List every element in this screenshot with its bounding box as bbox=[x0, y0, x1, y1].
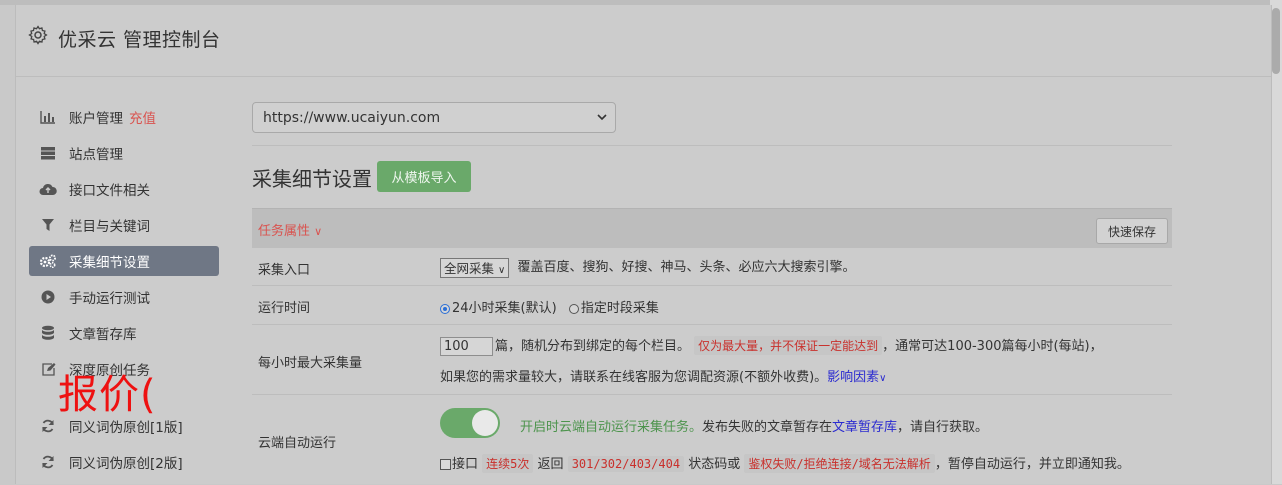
bar-chart-icon bbox=[39, 109, 57, 125]
recharge-link[interactable]: 充值 bbox=[129, 107, 156, 127]
row-collect-entry: 采集入口 全网采集 ∨ 覆盖百度、搜狗、好搜、神马、头条、必应六大搜索引擎。 bbox=[252, 247, 1172, 286]
row-cloud-auto-run: 云端自动运行 开启时云端自动运行采集任务。发布失败的文章暂存在文章暂存库，请自行… bbox=[252, 394, 1172, 485]
sidebar-item-label: 文章暂存库 bbox=[69, 327, 137, 343]
sidebar-item-collect-settings[interactable]: 采集细节设置 bbox=[29, 246, 219, 276]
site-select-value: https://www.ucaiyun.com bbox=[263, 109, 441, 126]
sidebar-item-manual-test[interactable]: 手动运行测试 bbox=[29, 279, 219, 315]
sidebar-item-columns-keywords[interactable]: 栏目与关键词 bbox=[29, 207, 219, 243]
double-chevron-down-icon: ∨ bbox=[314, 225, 323, 238]
database-icon bbox=[39, 325, 57, 341]
cloud-upload-icon bbox=[39, 181, 57, 197]
max-per-hour-text: 篇，随机分布到绑定的每个栏目。 bbox=[495, 339, 691, 354]
row-label: 每小时最大采集量 bbox=[258, 356, 363, 371]
section-title: 采集细节设置 bbox=[252, 167, 372, 191]
collect-entry-desc: 覆盖百度、搜狗、好搜、神马、头条、必应六大搜索引擎。 bbox=[517, 260, 856, 275]
cloud-auto-run-toggle[interactable] bbox=[440, 408, 500, 438]
radio-24h-label: 24小时采集(默认) bbox=[452, 301, 557, 316]
import-from-template-button[interactable]: 从模板导入 bbox=[377, 161, 471, 192]
sidebar-item-label: 接口文件相关 bbox=[69, 183, 150, 199]
refresh-icon bbox=[39, 418, 57, 434]
pause-notify-text: ，暂停自动运行，并立即通知我。 bbox=[934, 457, 1130, 472]
filter-icon bbox=[39, 217, 57, 233]
sidebar-item-account[interactable]: 账户管理 充值 bbox=[29, 99, 219, 135]
sidebar: 账户管理 充值 站点管理 接口文件相关 栏目与关键词 采集细节设置 手动运行测试… bbox=[29, 99, 219, 480]
sidebar-item-sites[interactable]: 站点管理 bbox=[29, 135, 219, 171]
influence-factors-link[interactable]: 影响因素∨ bbox=[827, 370, 886, 385]
row-value: 100 篇，随机分布到绑定的每个栏目。 仅为最大量，并不保证一定能达到 ，通常可达1… bbox=[440, 335, 1103, 356]
server-icon bbox=[39, 145, 57, 161]
row-label: 运行时间 bbox=[258, 301, 311, 316]
return-text: 返回 bbox=[537, 457, 564, 472]
article-storage-link[interactable]: 文章暂存库 bbox=[832, 420, 897, 435]
cogs-icon bbox=[39, 253, 57, 269]
double-chevron-down-icon: ∨ bbox=[879, 373, 887, 384]
sidebar-item-label: 站点管理 bbox=[69, 147, 123, 163]
row-label: 云端自动运行 bbox=[258, 436, 337, 451]
settings-table-header: 任务属性 ∨ 快速保存 bbox=[252, 208, 1172, 247]
task-attributes-toggle[interactable]: 任务属性 ∨ bbox=[258, 220, 322, 239]
sidebar-item-article-storage[interactable]: 文章暂存库 bbox=[29, 315, 219, 351]
panel-header: 优采云 管理控制台 bbox=[16, 5, 1271, 77]
radio-24h[interactable] bbox=[440, 303, 450, 314]
auth-failure-mark: 鉴权失败/拒绝连接/域名无法解析 bbox=[744, 454, 935, 473]
row-max-per-hour: 每小时最大采集量 100 篇，随机分布到绑定的每个栏目。 仅为最大量，并不保证一定… bbox=[252, 324, 1172, 395]
scrollbar-thumb[interactable] bbox=[1272, 8, 1280, 74]
sidebar-item-interface[interactable]: 接口文件相关 bbox=[29, 171, 219, 207]
max-per-hour-warning: 仅为最大量，并不保证一定能达到 bbox=[694, 336, 883, 355]
price-overlay-text: 报价( bbox=[58, 372, 157, 418]
radio-scheduled-label: 指定时段采集 bbox=[580, 301, 659, 316]
sidebar-item-label: 栏目与关键词 bbox=[69, 219, 150, 235]
task-attributes-label: 任务属性 bbox=[258, 224, 311, 239]
sidebar-item-label: 采集细节设置 bbox=[69, 255, 150, 271]
cloud-auto-run-desc: 开启时云端自动运行采集任务。 bbox=[520, 420, 703, 435]
cloud-text-2: ，请自行获取。 bbox=[897, 420, 989, 435]
refresh-icon bbox=[39, 454, 57, 470]
collect-entry-select[interactable]: 全网采集 ∨ bbox=[440, 257, 510, 278]
pause-notify-checkbox[interactable] bbox=[440, 459, 451, 470]
row-value: 24小时采集(默认) 指定时段采集 bbox=[440, 297, 659, 316]
sidebar-item-label: 账户管理 bbox=[69, 111, 123, 127]
page-title: 优采云 管理控制台 bbox=[58, 29, 221, 51]
gear-icon bbox=[28, 25, 48, 45]
row-value-line2: 如果您的需求量较大，请联系在线客服为您调配资源(不额外收费)。影响因素∨ bbox=[440, 366, 887, 385]
play-circle-icon bbox=[39, 289, 57, 305]
row-value: 开启时云端自动运行采集任务。发布失败的文章暂存在文章暂存库，请自行获取。 bbox=[520, 416, 988, 435]
sidebar-item-label: 同义词伪原创[2版] bbox=[69, 456, 183, 472]
cloud-text-1: 发布失败的文章暂存在 bbox=[702, 420, 833, 435]
max-per-hour-input[interactable]: 100 bbox=[440, 337, 493, 356]
checkbox-label: 接口 bbox=[452, 457, 479, 472]
influence-factors-label: 影响因素 bbox=[827, 370, 880, 385]
consecutive-mark: 连续5次 bbox=[482, 454, 534, 473]
collect-entry-select-value: 全网采集 bbox=[444, 260, 495, 276]
status-codes-mark: 301/302/403/404 bbox=[567, 456, 685, 472]
row-value-line2: 接口 连续5次 返回 301/302/403/404 状态码或 鉴权失败/拒绝连… bbox=[440, 453, 1130, 473]
status-code-text: 状态码或 bbox=[688, 457, 741, 472]
site-select[interactable]: https://www.ucaiyun.com bbox=[252, 102, 616, 133]
max-per-hour-text-2: ，通常可达100-300篇每小时(每站)， bbox=[882, 339, 1103, 354]
radio-scheduled[interactable] bbox=[568, 303, 579, 314]
sidebar-item-label: 手动运行测试 bbox=[69, 291, 150, 307]
edit-icon bbox=[39, 361, 57, 377]
chevron-down-icon bbox=[597, 114, 607, 121]
row-value: 全网采集 ∨ 覆盖百度、搜狗、好搜、神马、头条、必应六大搜索引擎。 bbox=[440, 256, 855, 278]
chevron-down-icon: ∨ bbox=[498, 264, 506, 276]
console-panel: 优采云 管理控制台 账户管理 充值 站点管理 接口文件相关 栏目与关键词 采集细… bbox=[15, 5, 1272, 484]
sidebar-item-synonym-v2[interactable]: 同义词伪原创[2版] bbox=[29, 444, 219, 480]
row-label: 采集入口 bbox=[258, 263, 311, 278]
toggle-knob bbox=[472, 410, 498, 436]
divider bbox=[252, 145, 1172, 146]
row-run-time: 运行时间 24小时采集(默认) 指定时段采集 bbox=[252, 285, 1172, 324]
quick-save-button[interactable]: 快速保存 bbox=[1096, 218, 1168, 244]
max-per-hour-contact: 如果您的需求量较大，请联系在线客服为您调配资源(不额外收费)。 bbox=[440, 370, 828, 385]
